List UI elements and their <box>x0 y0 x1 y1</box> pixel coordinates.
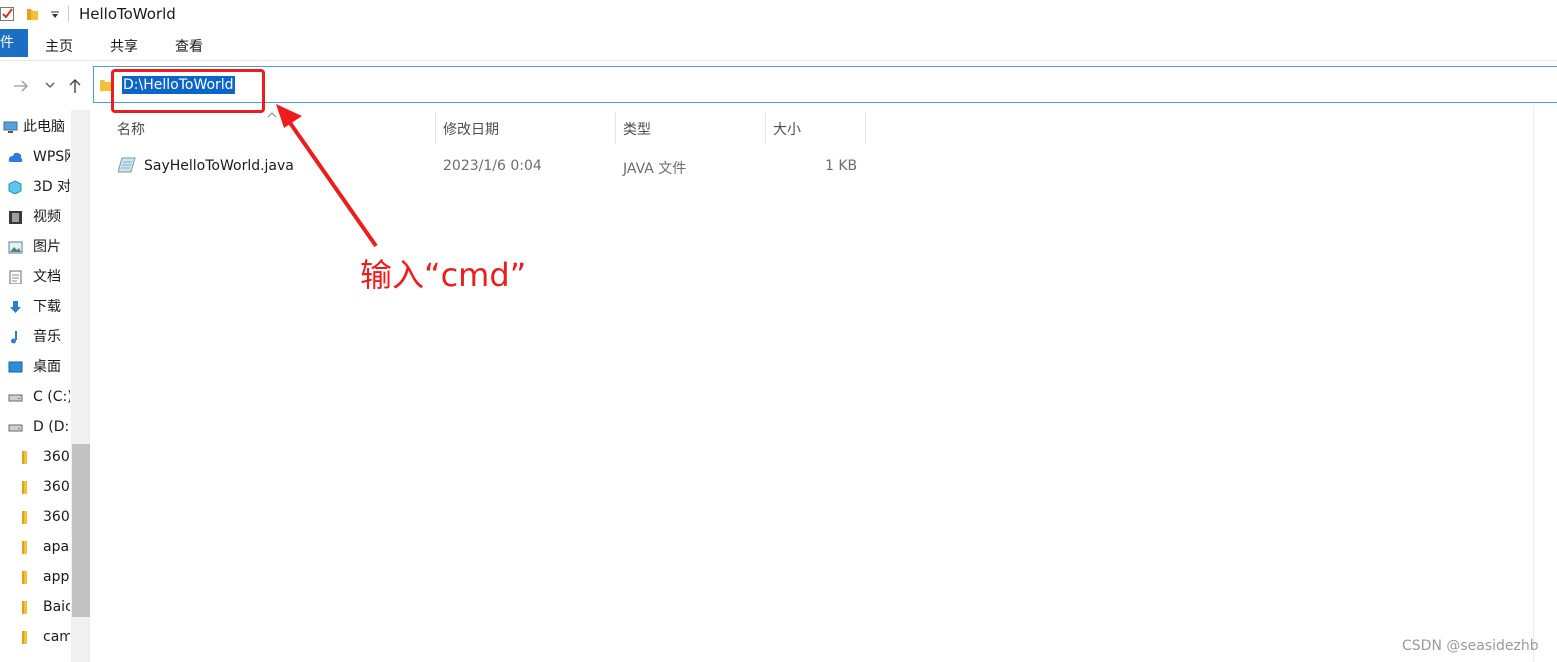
nav-item[interactable]: 360 <box>0 474 70 500</box>
column-divider[interactable] <box>865 112 866 144</box>
tab-home[interactable]: 主页 <box>45 36 73 56</box>
nav-item-label: app <box>43 569 70 585</box>
nav-item-label: C (C:) <box>33 389 70 405</box>
nav-item-label: 此电脑 <box>23 119 65 135</box>
music-icon <box>11 331 17 344</box>
nav-item[interactable]: D (D:) <box>0 414 70 440</box>
file-modified: 2023/1/6 0:04 <box>443 158 542 174</box>
nav-item-label: D (D:) <box>33 419 70 435</box>
nav-item[interactable]: 360 <box>0 444 70 470</box>
drive-icon <box>8 394 23 402</box>
nav-item-label: 视频 <box>33 209 61 225</box>
address-bar[interactable] <box>93 66 1557 103</box>
tab-file[interactable]: 件 <box>0 29 28 57</box>
column-divider[interactable] <box>615 112 616 144</box>
picture-icon <box>8 241 23 254</box>
nav-item[interactable]: app <box>0 564 70 590</box>
ribbon <box>0 28 1557 61</box>
cloud-icon <box>8 152 23 162</box>
column-header-name[interactable]: 名称 <box>117 119 145 139</box>
nav-item-label: 下载 <box>33 299 61 315</box>
nav-item-label: 图片 <box>33 239 61 255</box>
nav-item-label: apa <box>43 539 70 555</box>
nav-item[interactable]: WPS网 <box>0 144 70 170</box>
nav-item-label: 桌面 <box>33 359 61 375</box>
nav-item-label: Baic <box>43 599 70 615</box>
folder-icon <box>22 541 27 554</box>
nav-item[interactable]: 360 <box>0 504 70 530</box>
nav-item[interactable]: 3D 对 <box>0 174 70 200</box>
nav-item-label: 360 <box>43 449 70 465</box>
new-folder-icon[interactable] <box>26 6 40 22</box>
folder-icon <box>22 601 27 614</box>
window-title: HelloToWorld <box>79 5 176 23</box>
nav-item[interactable]: cam <box>0 624 70 650</box>
annotation-highlight-box <box>111 69 265 113</box>
nav-item[interactable]: 此电脑 <box>0 114 70 140</box>
nav-item[interactable]: 文档 <box>0 264 70 290</box>
folder-icon <box>22 511 27 524</box>
nav-item[interactable]: apa <box>0 534 70 560</box>
nav-scrollbar-thumb[interactable] <box>72 444 90 617</box>
download-icon <box>10 301 21 313</box>
nav-item-label: 360 <box>43 479 70 495</box>
column-header-modified[interactable]: 修改日期 <box>443 119 499 139</box>
java-file-icon <box>118 157 136 173</box>
column-header-size[interactable]: 大小 <box>773 119 801 139</box>
nav-item-label: 文档 <box>33 269 61 285</box>
nav-item[interactable]: 视频 <box>0 204 70 230</box>
nav-item-label: 音乐 <box>33 329 61 345</box>
nav-item-label: 360 <box>43 509 70 525</box>
annotation-arrow-icon <box>276 104 378 248</box>
pc-icon <box>3 121 18 133</box>
file-size: 1 KB <box>825 158 858 174</box>
column-divider[interactable] <box>765 112 766 144</box>
folder-icon <box>22 481 27 494</box>
recent-locations-chevron-icon[interactable] <box>44 80 56 90</box>
nav-item[interactable]: 桌面 <box>0 354 70 380</box>
nav-item[interactable]: 音乐 <box>0 324 70 350</box>
desktop-icon <box>8 361 23 373</box>
nav-item[interactable]: Baic <box>0 594 70 620</box>
nav-item[interactable]: 图片 <box>0 234 70 260</box>
column-divider[interactable] <box>435 112 436 144</box>
document-icon <box>9 270 22 284</box>
nav-item-label: cam <box>43 629 70 645</box>
nav-item-label: 3D 对 <box>33 179 70 195</box>
folder-icon <box>22 631 27 644</box>
properties-checkbox-icon[interactable] <box>0 6 16 22</box>
title-separator <box>68 6 69 22</box>
quick-access-dropdown-icon[interactable] <box>50 10 60 20</box>
video-icon <box>9 211 22 224</box>
tab-share[interactable]: 共享 <box>110 36 138 56</box>
tab-view[interactable]: 查看 <box>175 36 203 56</box>
3d-objects-icon <box>8 180 22 194</box>
up-arrow-icon[interactable] <box>67 77 83 95</box>
drive-icon <box>8 424 23 432</box>
title-bar: HelloToWorld <box>0 0 1557 28</box>
forward-arrow-icon[interactable] <box>12 78 30 94</box>
content-right-edge <box>1533 104 1534 662</box>
nav-item-label: WPS网 <box>33 149 70 165</box>
folder-icon <box>22 451 27 464</box>
nav-item[interactable]: 下载 <box>0 294 70 320</box>
file-type: JAVA 文件 <box>623 161 687 177</box>
watermark: CSDN @seasidezhb <box>1402 638 1539 654</box>
nav-item[interactable]: C (C:) <box>0 384 70 410</box>
annotation-text: 输入“cmd” <box>360 256 527 294</box>
folder-icon <box>22 571 27 584</box>
column-header-type[interactable]: 类型 <box>623 119 651 139</box>
